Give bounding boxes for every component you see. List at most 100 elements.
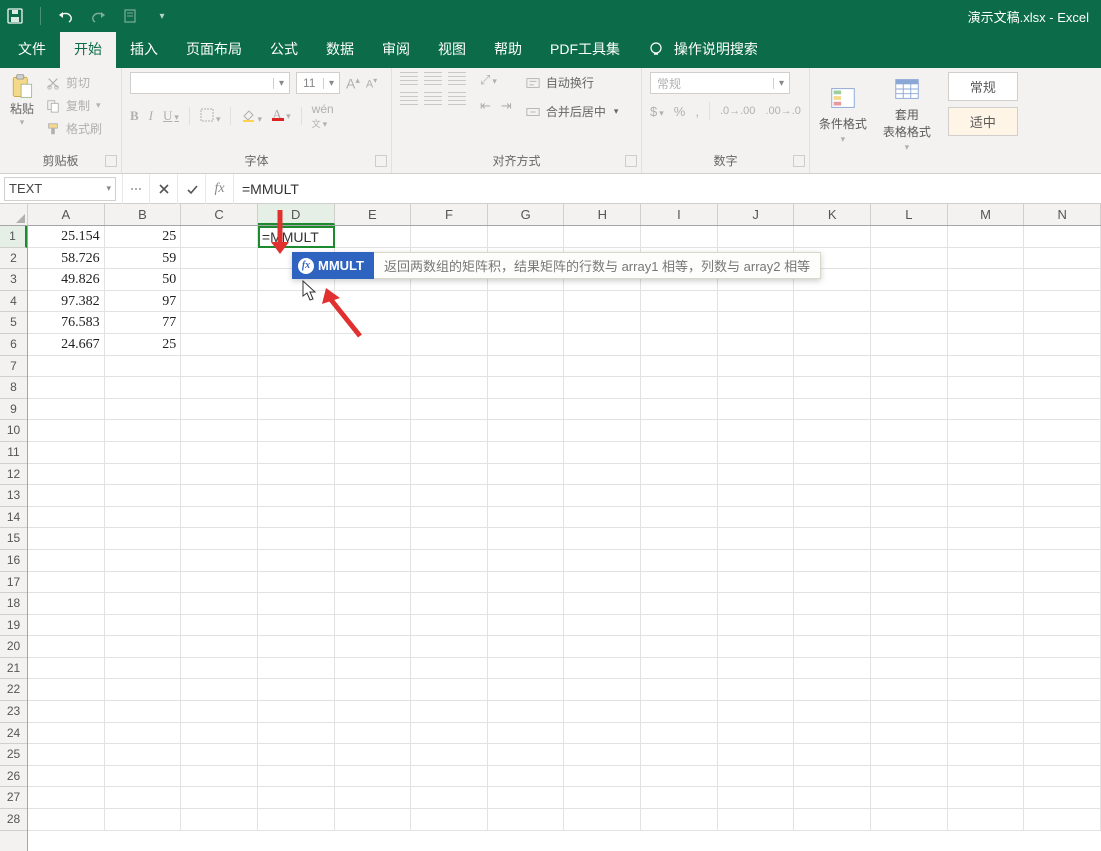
tab-page-layout[interactable]: 页面布局 [172, 30, 256, 68]
cell[interactable] [105, 464, 182, 486]
cell[interactable] [794, 464, 871, 486]
cell[interactable] [181, 312, 258, 334]
cell[interactable] [718, 442, 795, 464]
cell[interactable] [794, 226, 871, 248]
cell[interactable] [411, 334, 488, 356]
cell[interactable] [488, 334, 565, 356]
cell[interactable]: 25.154 [28, 226, 105, 248]
cell[interactable] [488, 744, 565, 766]
row-header[interactable]: 1 [0, 226, 27, 248]
cell[interactable] [718, 787, 795, 809]
cell[interactable] [794, 377, 871, 399]
cell[interactable] [718, 356, 795, 378]
cell[interactable] [181, 593, 258, 615]
row-header[interactable]: 27 [0, 787, 27, 809]
cell[interactable] [871, 334, 948, 356]
cell[interactable] [1024, 442, 1101, 464]
tab-view[interactable]: 视图 [424, 30, 480, 68]
cell[interactable] [105, 701, 182, 723]
cell[interactable] [105, 550, 182, 572]
cell[interactable] [794, 658, 871, 680]
cell[interactable] [105, 809, 182, 831]
cell[interactable] [948, 528, 1025, 550]
cell[interactable] [258, 701, 335, 723]
cell[interactable] [258, 356, 335, 378]
cell[interactable] [488, 809, 565, 831]
cell[interactable] [641, 766, 718, 788]
cell[interactable] [564, 528, 641, 550]
cell[interactable] [564, 787, 641, 809]
cell[interactable] [181, 636, 258, 658]
cell[interactable] [564, 679, 641, 701]
cell[interactable] [564, 550, 641, 572]
tab-formulas[interactable]: 公式 [256, 30, 312, 68]
cell[interactable] [488, 572, 565, 594]
cell[interactable] [794, 766, 871, 788]
cell[interactable] [871, 744, 948, 766]
cell[interactable] [948, 679, 1025, 701]
cell[interactable] [28, 744, 105, 766]
cell[interactable] [181, 723, 258, 745]
cell[interactable] [488, 312, 565, 334]
cell[interactable] [564, 442, 641, 464]
cell[interactable] [718, 593, 795, 615]
cell[interactable] [871, 572, 948, 594]
cell[interactable] [411, 658, 488, 680]
cell[interactable] [411, 615, 488, 637]
cell[interactable] [794, 787, 871, 809]
cell[interactable] [1024, 744, 1101, 766]
save-icon[interactable] [6, 7, 24, 25]
cell[interactable] [28, 485, 105, 507]
cell[interactable] [411, 636, 488, 658]
cell[interactable] [948, 485, 1025, 507]
cell[interactable] [488, 550, 565, 572]
cell[interactable] [258, 507, 335, 529]
tab-pdf-tools[interactable]: PDF工具集 [536, 30, 634, 68]
cell[interactable] [871, 442, 948, 464]
cell[interactable] [1024, 399, 1101, 421]
column-header[interactable]: F [411, 204, 488, 225]
select-all-corner[interactable] [0, 204, 28, 226]
cell[interactable] [411, 420, 488, 442]
grow-font-icon[interactable]: A▴ [346, 75, 360, 92]
fx-button[interactable]: fx [206, 174, 234, 204]
cell[interactable] [871, 809, 948, 831]
cell[interactable]: 76.583 [28, 312, 105, 334]
cell[interactable] [718, 766, 795, 788]
dialog-launcher-icon[interactable] [105, 155, 117, 167]
cell[interactable] [871, 291, 948, 313]
tab-review[interactable]: 审阅 [368, 30, 424, 68]
cell[interactable] [641, 550, 718, 572]
cell[interactable] [794, 744, 871, 766]
cell[interactable] [1024, 334, 1101, 356]
merge-center-button[interactable]: 合并后居中▾ [526, 101, 619, 122]
cell[interactable] [794, 809, 871, 831]
cell[interactable] [28, 766, 105, 788]
cell[interactable] [411, 312, 488, 334]
cell[interactable] [411, 528, 488, 550]
cell[interactable] [411, 809, 488, 831]
cell[interactable]: 97 [105, 291, 182, 313]
cell[interactable] [1024, 701, 1101, 723]
cell[interactable] [28, 399, 105, 421]
cell[interactable] [488, 615, 565, 637]
cell[interactable] [871, 593, 948, 615]
cell[interactable] [411, 442, 488, 464]
underline-button[interactable]: U [163, 108, 179, 124]
column-header[interactable]: J [718, 204, 795, 225]
cell[interactable] [28, 787, 105, 809]
cell[interactable] [258, 809, 335, 831]
cell[interactable] [181, 377, 258, 399]
cell[interactable]: 24.667 [28, 334, 105, 356]
tooltip-function-name[interactable]: fx MMULT [292, 252, 374, 279]
row-header[interactable]: 21 [0, 658, 27, 680]
name-box[interactable]: TEXT▾ [4, 177, 116, 201]
cell[interactable] [411, 464, 488, 486]
row-header[interactable]: 25 [0, 744, 27, 766]
cell[interactable] [641, 636, 718, 658]
cell[interactable] [411, 485, 488, 507]
cell[interactable] [948, 744, 1025, 766]
cell[interactable] [335, 701, 412, 723]
cell[interactable] [488, 593, 565, 615]
cell[interactable] [871, 226, 948, 248]
